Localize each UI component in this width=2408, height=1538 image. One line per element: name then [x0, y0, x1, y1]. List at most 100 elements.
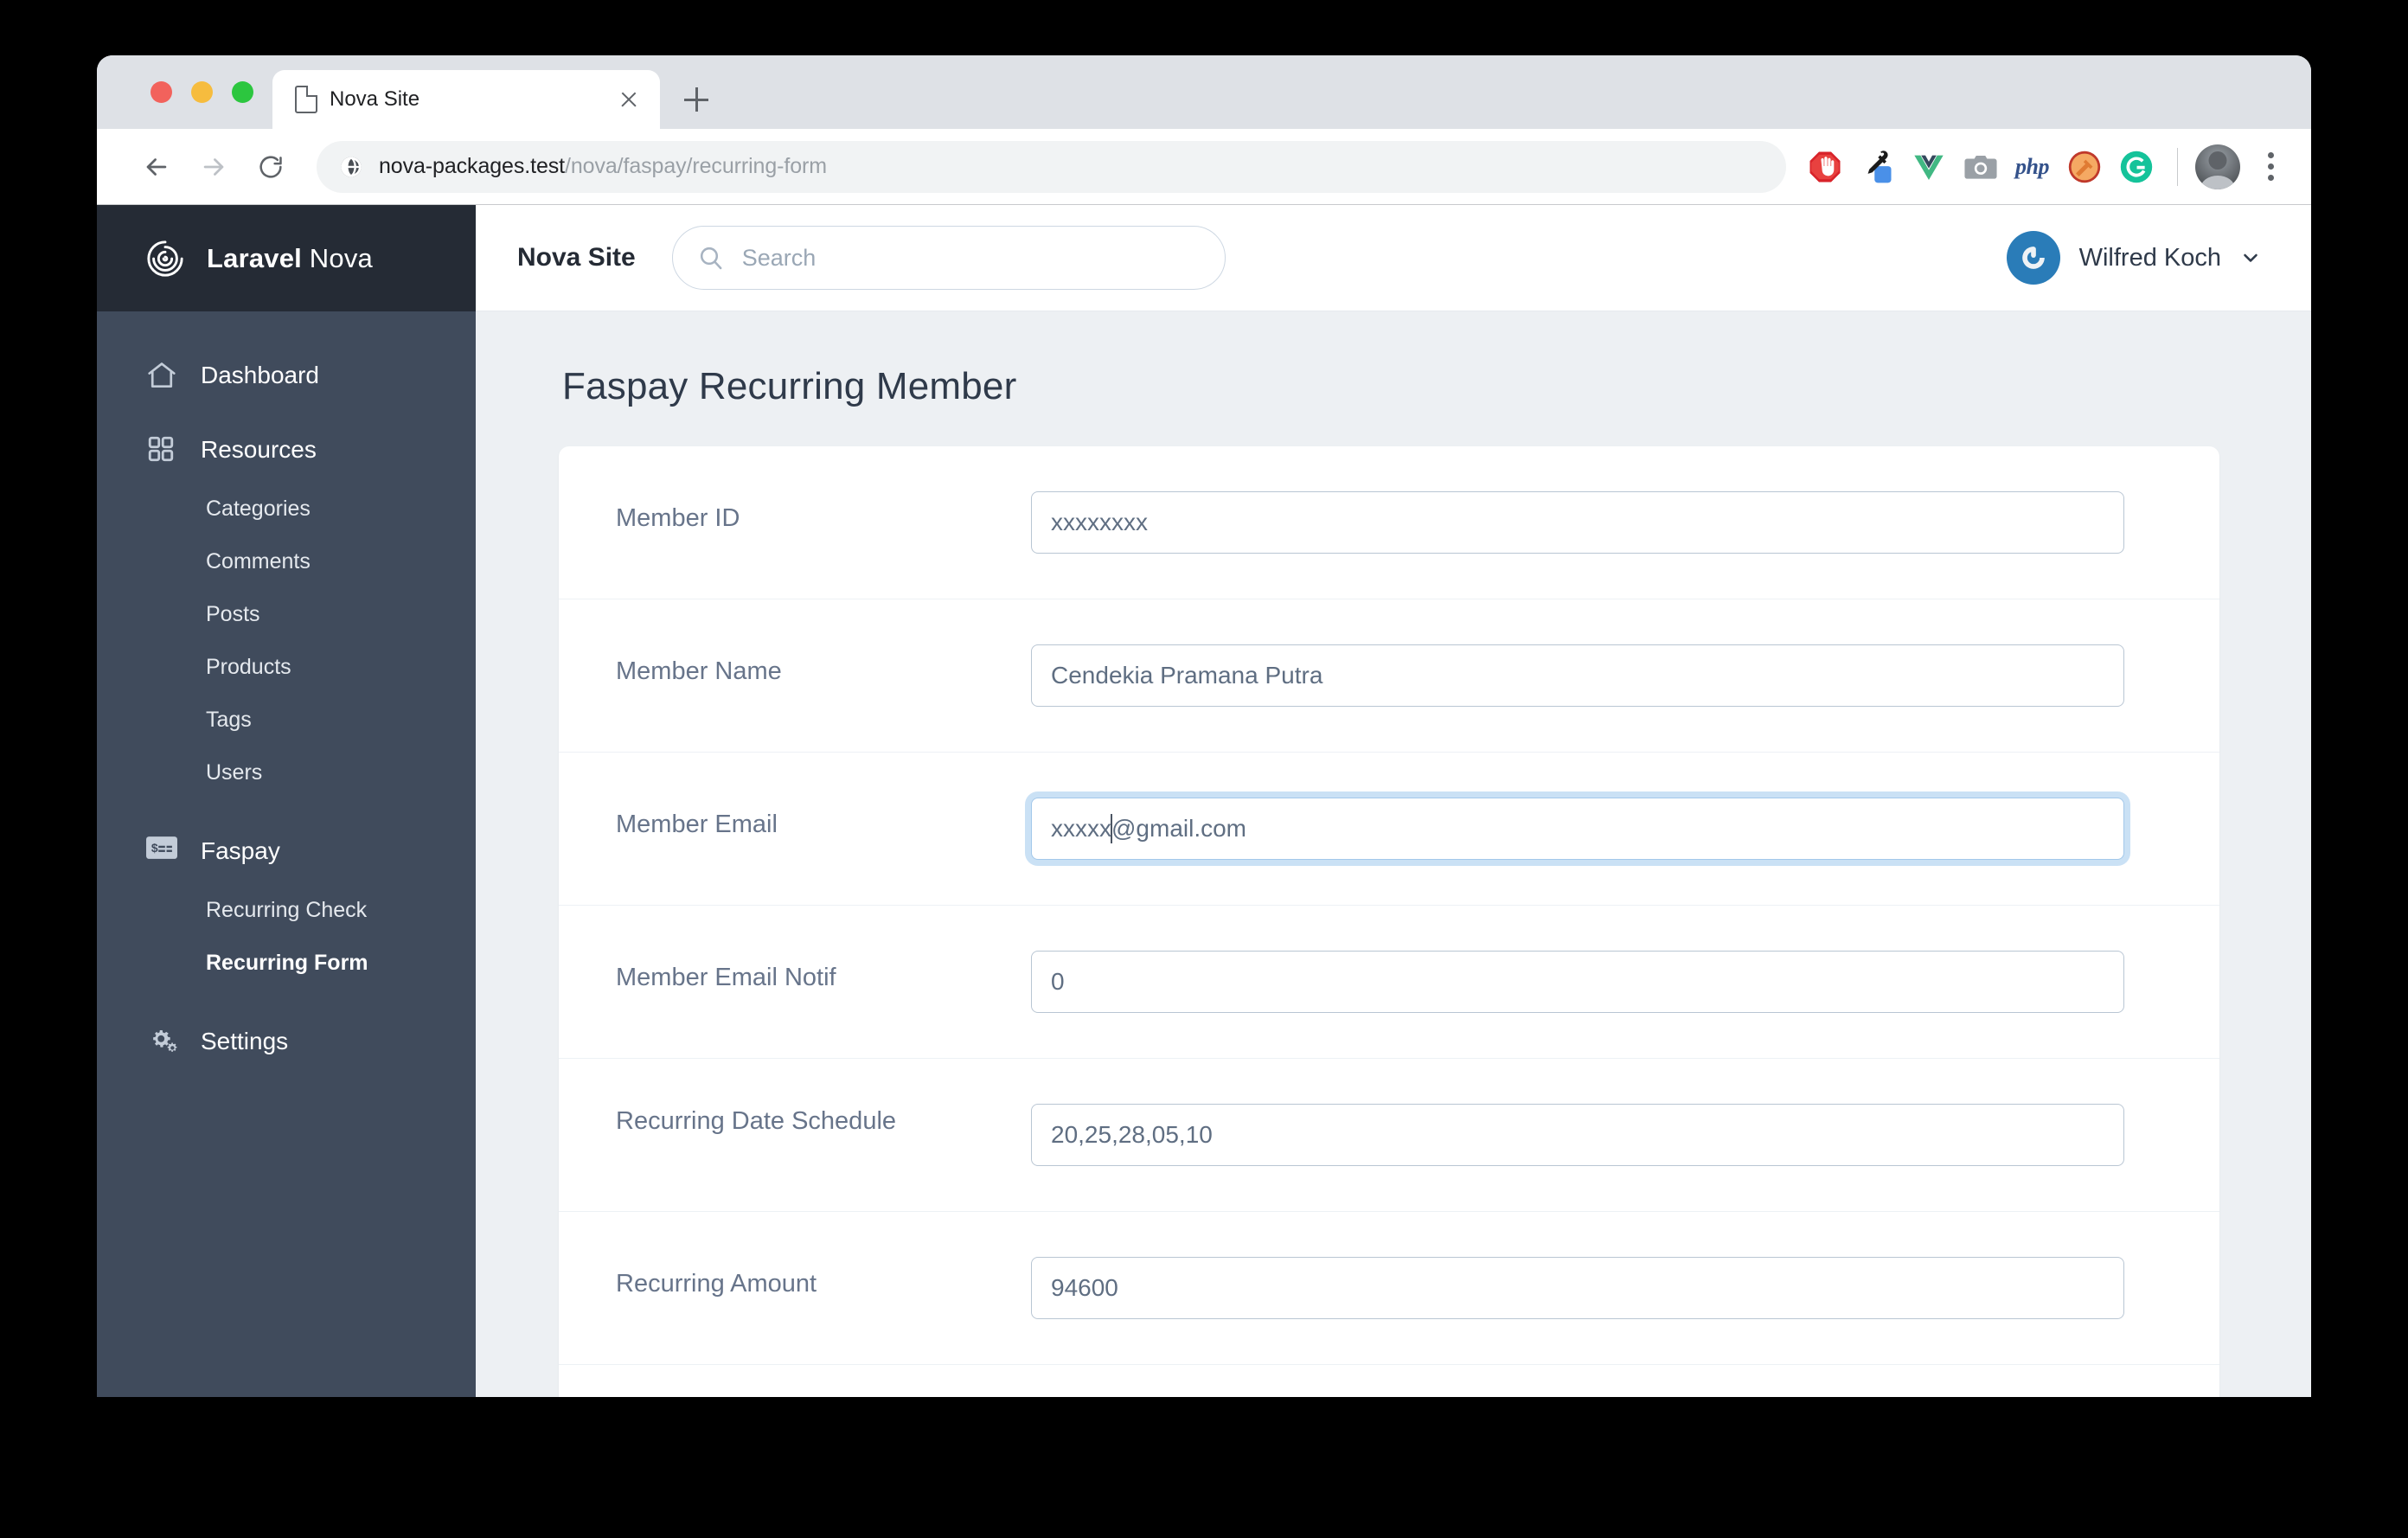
- grid-icon: [145, 433, 178, 466]
- nav-section-settings: Settings: [97, 1009, 476, 1074]
- field-label: Recurring Amount: [616, 1270, 817, 1298]
- sidebar-item-posts[interactable]: Posts: [97, 588, 476, 641]
- sidebar-item-faspay[interactable]: $ Faspay: [97, 818, 476, 884]
- nova-spiral-logo: [145, 239, 185, 279]
- sidebar-item-products[interactable]: Products: [97, 641, 476, 694]
- email-value-before-caret: xxxxx: [1051, 815, 1111, 842]
- close-window-button[interactable]: [150, 81, 172, 103]
- member-id-input[interactable]: xxxxxxxx: [1031, 491, 2124, 554]
- globe-icon: [339, 155, 363, 179]
- main-area: Nova Site Search Wilfred Koch Faspay Rec…: [476, 205, 2311, 1397]
- browser-toolbar: nova-packages.test/nova/faspay/recurring…: [97, 129, 2311, 205]
- forward-icon[interactable]: [187, 140, 240, 194]
- form-card: Member ID xxxxxxxx Member Name Cendekia …: [559, 446, 2219, 1397]
- field-control: 94600: [1031, 1212, 2219, 1364]
- field-control: Cendekia Pramana Putra: [1031, 599, 2219, 752]
- sidebar-nav: Dashboard Resources Categories Comments …: [97, 311, 476, 1083]
- recurring-date-schedule-input[interactable]: 20,25,28,05,10: [1031, 1104, 2124, 1166]
- sidebar-item-recurring-form[interactable]: Recurring Form: [97, 937, 476, 990]
- nav-section-faspay: $ Faspay Recurring Check Recurring Form: [97, 818, 476, 990]
- nova-brand-logo[interactable]: Laravel Nova: [97, 205, 476, 311]
- form-row-member-id: Member ID xxxxxxxx: [559, 446, 2219, 599]
- form-row-recurring-amount: Recurring Amount 94600: [559, 1212, 2219, 1365]
- credit-card-icon: $: [145, 835, 178, 868]
- field-label: Member Name: [616, 657, 782, 685]
- sidebar-item-label: Faspay: [201, 837, 280, 864]
- sidebar-item-label: Settings: [201, 1028, 289, 1054]
- browser-tab-strip: Nova Site: [97, 55, 2311, 129]
- window-traffic-lights: [97, 55, 272, 129]
- recurring-amount-input[interactable]: 94600: [1031, 1257, 2124, 1319]
- sidebar-item-label: Dashboard: [201, 362, 319, 388]
- member-name-input[interactable]: Cendekia Pramana Putra: [1031, 644, 2124, 707]
- nav-section-dashboard: Dashboard: [97, 343, 476, 408]
- field-control: xxxxx @gmail.com: [1031, 753, 2219, 905]
- sidebar-item-categories[interactable]: Categories: [97, 483, 476, 535]
- sidebar-item-resources[interactable]: Resources: [97, 417, 476, 483]
- member-email-input[interactable]: xxxxx @gmail.com: [1031, 798, 2124, 860]
- profile-avatar[interactable]: [2195, 144, 2240, 189]
- nova-admin-app: Laravel Nova Dashboard Resources Categor…: [97, 205, 2311, 1397]
- back-icon[interactable]: [130, 140, 183, 194]
- gears-icon: [145, 1025, 178, 1058]
- field-control: 20,25,28,05,10: [1031, 1059, 2219, 1211]
- search-placeholder: Search: [741, 244, 817, 271]
- field-label: Member Email Notif: [616, 964, 836, 991]
- sidebar-item-comments[interactable]: Comments: [97, 535, 476, 588]
- sidebar-item-dashboard[interactable]: Dashboard: [97, 343, 476, 408]
- page-content: Faspay Recurring Member Member ID xxxxxx…: [476, 311, 2311, 1397]
- address-bar[interactable]: nova-packages.test/nova/faspay/recurring…: [317, 140, 1786, 193]
- browser-tab[interactable]: Nova Site: [272, 70, 660, 129]
- maximize-window-button[interactable]: [232, 81, 253, 103]
- brand-text: Laravel Nova: [207, 243, 373, 274]
- form-row-member-name: Member Name Cendekia Pramana Putra: [559, 599, 2219, 753]
- address-bar-path: /nova/faspay/recurring-form: [565, 154, 827, 178]
- vue-devtools-icon[interactable]: [1905, 144, 1952, 190]
- form-row-member-email-notif: Member Email Notif 0: [559, 906, 2219, 1059]
- search-input[interactable]: Search: [671, 226, 1226, 290]
- form-row-member-email: Member Email xxxxx @gmail.com: [559, 753, 2219, 906]
- field-control: xxxxxxxx: [1031, 446, 2219, 599]
- user-menu[interactable]: Wilfred Koch: [2006, 231, 2261, 285]
- php-icon[interactable]: php: [2009, 144, 2056, 190]
- page-title: Faspay Recurring Member: [562, 365, 1017, 407]
- form-row-partial: [559, 1365, 2219, 1397]
- adblock-icon[interactable]: [1802, 144, 1848, 190]
- browser-extensions: php: [1802, 144, 2291, 190]
- close-icon[interactable]: [613, 84, 644, 115]
- field-label: Recurring Date Schedule: [616, 1107, 897, 1135]
- address-bar-url: nova-packages.test/nova/faspay/recurring…: [379, 154, 827, 179]
- browser-window: Nova Site nova-packages.test/nova/faspay…: [97, 55, 2311, 1397]
- sidebar: Laravel Nova Dashboard Resources Categor…: [97, 205, 476, 1397]
- user-name: Wilfred Koch: [2078, 243, 2221, 272]
- search-icon: [697, 244, 725, 272]
- sidebar-item-users[interactable]: Users: [97, 747, 476, 799]
- avatar: [2006, 231, 2060, 285]
- sidebar-item-recurring-check[interactable]: Recurring Check: [97, 884, 476, 937]
- new-tab-button[interactable]: [672, 75, 720, 124]
- site-name[interactable]: Nova Site: [517, 243, 636, 272]
- sidebar-item-tags[interactable]: Tags: [97, 694, 476, 747]
- grammarly-icon[interactable]: [2113, 144, 2160, 190]
- sidebar-item-settings[interactable]: Settings: [97, 1009, 476, 1074]
- field-label: Member ID: [616, 504, 740, 532]
- brand-light: Nova: [301, 242, 373, 273]
- form-row-recurring-date-schedule: Recurring Date Schedule 20,25,28,05,10: [559, 1059, 2219, 1212]
- email-value-after-caret: @gmail.com: [1111, 815, 1247, 842]
- kebab-menu-icon[interactable]: [2251, 144, 2290, 190]
- reload-icon[interactable]: [244, 140, 298, 194]
- tab-title: Nova Site: [330, 87, 420, 111]
- chevron-down-icon: [2240, 247, 2261, 268]
- screenshot-camera-icon[interactable]: [1957, 144, 2004, 190]
- address-bar-host: nova-packages.test: [379, 154, 565, 178]
- toolbar-divider: [2176, 147, 2178, 186]
- home-icon: [145, 359, 178, 392]
- minimize-window-button[interactable]: [191, 81, 213, 103]
- brand-bold: Laravel: [207, 242, 302, 273]
- nav-section-resources: Resources Categories Comments Posts Prod…: [97, 417, 476, 799]
- eyedropper-icon[interactable]: [1854, 144, 1900, 190]
- hammer-icon[interactable]: [2061, 144, 2108, 190]
- member-email-notif-input[interactable]: 0: [1031, 951, 2124, 1013]
- nova-topbar: Nova Site Search Wilfred Koch: [476, 205, 2311, 311]
- field-control: 0: [1031, 906, 2219, 1058]
